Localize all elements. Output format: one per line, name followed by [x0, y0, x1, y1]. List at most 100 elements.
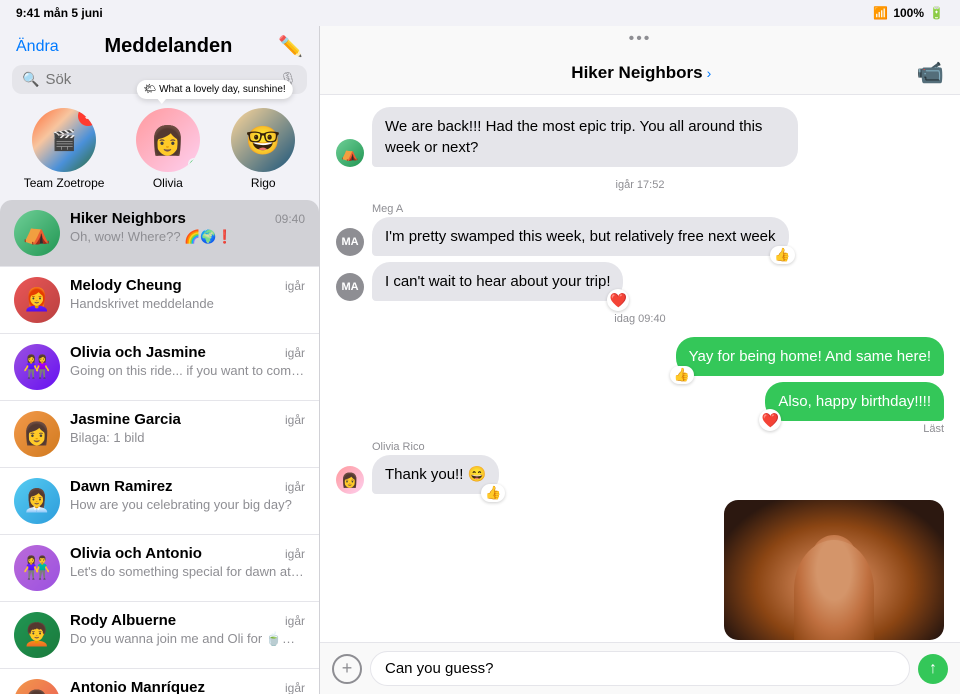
message-input[interactable]	[370, 651, 910, 686]
conv-time-jasmine: igår	[285, 413, 305, 427]
pinned-avatar-olivia: 👩	[136, 108, 200, 172]
conv-preview-rody: Do you wanna join me and Oli for 🍵☕🫒 bre…	[70, 631, 305, 647]
status-right: 📶 100% 🔋	[873, 6, 944, 20]
chat-header: Hiker Neighbors › 📹	[320, 52, 960, 95]
input-bar: + ↑	[320, 642, 960, 694]
online-dot-olivia	[188, 158, 200, 170]
conv-preview-dawn: How are you celebrating your big day?	[70, 497, 305, 512]
send-button[interactable]: ↑	[918, 654, 948, 684]
conv-time-rody: igår	[285, 614, 305, 628]
msg-avatar-meg-2: MA	[336, 273, 364, 301]
msg-avatar-hiker: ⛺	[336, 139, 364, 167]
conv-name-jasmine: Jasmine Garcia	[70, 411, 181, 428]
chat-title: Hiker Neighbors	[571, 63, 702, 83]
chat-title-wrap[interactable]: Hiker Neighbors ›	[571, 63, 711, 83]
conv-item-melody[interactable]: 👩‍🦰 Melody Cheung igår Handskrivet medde…	[0, 267, 319, 334]
conv-time-dawn: igår	[285, 480, 305, 494]
conv-name-melody: Melody Cheung	[70, 277, 182, 294]
conv-avatar-dawn: 👩‍💼	[14, 478, 60, 524]
pinned-section: 🎬 5 Team Zoetrope 🌤 What a lovely day, s…	[0, 102, 319, 200]
msg-row-5: Also, happy birthday!!!! ❤️ Läst	[336, 382, 944, 435]
video-person	[724, 500, 944, 640]
conv-preview-olivia-antonio: Let's do something special for dawn at t…	[70, 564, 305, 579]
msg-row-3: MA I can't wait to hear about your trip!…	[336, 262, 944, 301]
conv-item-rody[interactable]: 🧑‍🦱 Rody Albuerne igår Do you wanna join…	[0, 602, 319, 669]
conv-name-olivia-jasmine: Olivia och Jasmine	[70, 344, 206, 361]
pinned-avatar-team-zoetrope: 🎬 5	[32, 108, 96, 172]
msg-bubble-6: Thank you!! 😄	[372, 455, 499, 494]
msg-sender-olivia-rico: Olivia Rico	[372, 441, 499, 453]
msg-bubble-3: I can't wait to hear about your trip!	[372, 262, 623, 301]
like-badge-2: 👍	[770, 246, 794, 264]
compose-button[interactable]: ✏️	[278, 34, 303, 59]
reaction-heart-5: ❤️	[759, 409, 781, 431]
chevron-right-icon: ›	[707, 65, 712, 81]
conv-avatar-jasmine: 👩	[14, 411, 60, 457]
pinned-avatar-rigo: 🤓	[231, 108, 295, 172]
conv-item-jasmine[interactable]: 👩 Jasmine Garcia igår Bilaga: 1 bild	[0, 401, 319, 468]
conv-avatar-rody: 🧑‍🦱	[14, 612, 60, 658]
read-label-5: Läst	[923, 423, 944, 435]
conv-time-hiker: 09:40	[275, 212, 305, 226]
olivia-bubble: 🌤 What a lovely day, sunshine!	[137, 80, 293, 99]
pinned-name-rigo: Rigo	[251, 176, 276, 190]
msg-bubble-5: Also, happy birthday!!!!	[765, 382, 944, 421]
conv-preview-melody: Handskrivet meddelande	[70, 296, 305, 311]
msg-row-7	[336, 500, 944, 640]
conv-avatar-olivia-jasmine: 👭	[14, 344, 60, 390]
msg-bubble-4: Yay for being home! And same here!	[676, 337, 944, 376]
status-bar: 9:41 mån 5 juni 📶 100% 🔋	[0, 0, 960, 26]
conv-avatar-antonio: 👨	[14, 679, 60, 694]
conv-time-antonio: igår	[285, 681, 305, 694]
conv-avatar-hiker: ⛺	[14, 210, 60, 256]
main-content: Ändra Meddelanden ✏️ 🔍 🎙 🎬 5 Team Zoetro…	[0, 26, 960, 694]
pinned-team-zoetrope[interactable]: 🎬 5 Team Zoetrope	[24, 108, 105, 190]
msg-avatar-meg: MA	[336, 228, 364, 256]
edit-button[interactable]: Ändra	[16, 38, 59, 56]
person-silhouette	[794, 540, 874, 640]
conv-avatar-olivia-antonio: 👫	[14, 545, 60, 591]
wifi-icon: 📶	[873, 6, 888, 20]
conv-preview-olivia-jasmine: Going on this ride... if you want to com…	[70, 363, 305, 378]
like-badge-6: 👍	[481, 484, 505, 502]
messages-header: Ändra Meddelanden ✏️	[0, 26, 319, 65]
conv-preview-hiker: Oh, wow! Where?? 🌈🌍❗️	[70, 229, 305, 245]
conv-item-olivia-jasmine[interactable]: 👭 Olivia och Jasmine igår Going on this …	[0, 334, 319, 401]
conv-name-olivia-antonio: Olivia och Antonio	[70, 545, 202, 562]
pinned-olivia[interactable]: 🌤 What a lovely day, sunshine! 👩 Olivia	[136, 108, 200, 190]
timestamp-today: idag 09:40	[336, 313, 944, 325]
conv-item-antonio[interactable]: 👨 Antonio Manríquez igår	[0, 669, 319, 694]
messages-title: Meddelanden	[105, 35, 233, 58]
msg-bubble-2: I'm pretty swamped this week, but relati…	[372, 217, 789, 256]
video-call-button[interactable]: 📹	[917, 60, 944, 86]
pinned-name-olivia: Olivia	[153, 176, 183, 190]
right-panel: ••• Hiker Neighbors › 📹 ⛺ We are back!!!…	[320, 26, 960, 694]
conv-item-olivia-antonio[interactable]: 👫 Olivia och Antonio igår Let's do somet…	[0, 535, 319, 602]
timestamp-1: igår 17:52	[336, 179, 944, 191]
msg-bubble-1: We are back!!! Had the most epic trip. Y…	[372, 107, 798, 167]
msg-row-2: MA Meg A I'm pretty swamped this week, b…	[336, 203, 944, 256]
conv-item-hiker-neighbors[interactable]: ⛺ Hiker Neighbors 09:40 Oh, wow! Where??…	[0, 200, 319, 267]
conv-avatar-melody: 👩‍🦰	[14, 277, 60, 323]
conv-preview-jasmine: Bilaga: 1 bild	[70, 430, 305, 445]
like-badge-4: 👍	[670, 366, 694, 384]
battery-icon: 🔋	[929, 6, 944, 20]
conv-name-antonio: Antonio Manríquez	[70, 679, 205, 694]
conv-name-hiker: Hiker Neighbors	[70, 210, 186, 227]
msg-sender-meg: Meg A	[372, 203, 789, 215]
conv-item-dawn[interactable]: 👩‍💼 Dawn Ramirez igår How are you celebr…	[0, 468, 319, 535]
left-panel: Ändra Meddelanden ✏️ 🔍 🎙 🎬 5 Team Zoetro…	[0, 26, 320, 694]
battery-level: 100%	[893, 6, 924, 20]
msg-row-6: 👩 Olivia Rico Thank you!! 😄 👍	[336, 441, 944, 494]
pinned-name-team-zoetrope: Team Zoetrope	[24, 176, 105, 190]
msg-avatar-olivia-rico: 👩	[336, 466, 364, 494]
unread-badge-team-zoetrope: 5	[78, 108, 96, 126]
conv-time-melody: igår	[285, 279, 305, 293]
reaction-heart-3: ❤️	[607, 289, 629, 311]
conv-time-olivia-antonio: igår	[285, 547, 305, 561]
status-time-date: 9:41 mån 5 juni	[16, 6, 103, 20]
pinned-rigo[interactable]: 🤓 Rigo	[231, 108, 295, 190]
conv-name-dawn: Dawn Ramirez	[70, 478, 173, 495]
video-thumbnail[interactable]	[724, 500, 944, 640]
add-button[interactable]: +	[332, 654, 362, 684]
